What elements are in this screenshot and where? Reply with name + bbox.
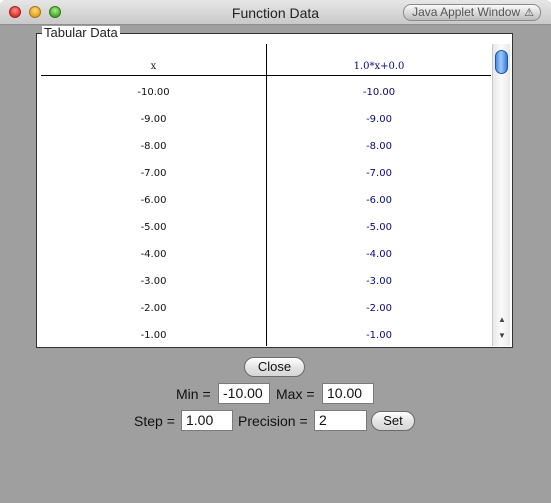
- table-row: -2.00 -2.00: [41, 303, 491, 330]
- applet-window: Function Data Java Applet Window ⚠ Tabula…: [0, 0, 551, 503]
- scroll-thumb[interactable]: [495, 50, 508, 74]
- function-value-cell: -10.00: [362, 87, 396, 98]
- applet-badge-label: Java Applet Window: [412, 5, 521, 19]
- set-button[interactable]: Set: [371, 411, 415, 431]
- x-value-cell: -5.00: [140, 222, 167, 233]
- table-row: -1.00 -1.00: [41, 330, 491, 346]
- table-row: -4.00 -4.00: [41, 249, 491, 276]
- x-value-cell: -4.00: [140, 249, 167, 260]
- x-value-cell: -9.00: [140, 114, 167, 125]
- x-value-cell: -6.00: [140, 195, 167, 206]
- function-value-cell: -4.00: [366, 249, 392, 260]
- group-legend: Tabular Data: [42, 25, 120, 40]
- x-value-cell: -10.00: [137, 87, 170, 98]
- data-table: x 1.0*x+0.0 -10.00 -10.00 -9.00 -9.00 -8.00-…: [41, 44, 491, 346]
- title-bar[interactable]: Function Data Java Applet Window ⚠: [0, 0, 551, 25]
- precision-label: Precision =: [238, 413, 308, 429]
- table-row: -8.00 -8.00: [41, 141, 491, 168]
- max-label: Max =: [276, 386, 315, 402]
- min-field[interactable]: -10.00: [218, 383, 270, 404]
- table-row: -9.00 -9.00: [41, 114, 491, 141]
- x-value-cell: -3.00: [140, 276, 167, 287]
- warning-icon: ⚠: [524, 7, 534, 19]
- function-value-cell: -3.00: [366, 276, 392, 287]
- function-value-cell: -8.00: [366, 141, 392, 152]
- up-arrow-icon[interactable]: ▲: [496, 314, 508, 326]
- down-arrow-icon[interactable]: ▼: [496, 330, 508, 342]
- close-button[interactable]: Close: [244, 357, 305, 377]
- column-header-function: 1.0*x+0.0: [353, 61, 405, 72]
- function-value-cell: -9.00: [366, 114, 392, 125]
- step-label: Step =: [134, 413, 175, 429]
- vertical-scrollbar[interactable]: ▲ ▼: [492, 44, 510, 346]
- x-value-cell: -8.00: [140, 141, 167, 152]
- java-applet-badge: Java Applet Window ⚠: [403, 4, 541, 21]
- step-field[interactable]: 1.00: [181, 410, 233, 431]
- max-field[interactable]: 10.00: [322, 383, 374, 404]
- table-row: -10.00 -10.00: [41, 87, 491, 114]
- function-value-cell: -7.00: [366, 168, 392, 179]
- table-row: -5.00 -5.00: [41, 222, 491, 249]
- function-value-cell: -1.00: [366, 330, 392, 341]
- table-row: -3.00 -3.00: [41, 276, 491, 303]
- table-row: -6.00 -6.00: [41, 195, 491, 222]
- x-value-cell: -2.00: [140, 303, 167, 314]
- table-row: -7.00 -7.00: [41, 168, 491, 195]
- x-value-cell: -1.00: [140, 330, 167, 341]
- function-value-cell: -5.00: [366, 222, 392, 233]
- column-header-x: x: [150, 61, 157, 72]
- x-value-cell: -7.00: [140, 168, 167, 179]
- precision-field[interactable]: 2: [314, 410, 367, 431]
- function-value-cell: -6.00: [366, 195, 392, 206]
- min-label: Min =: [176, 386, 211, 402]
- function-value-cell: -2.00: [366, 303, 392, 314]
